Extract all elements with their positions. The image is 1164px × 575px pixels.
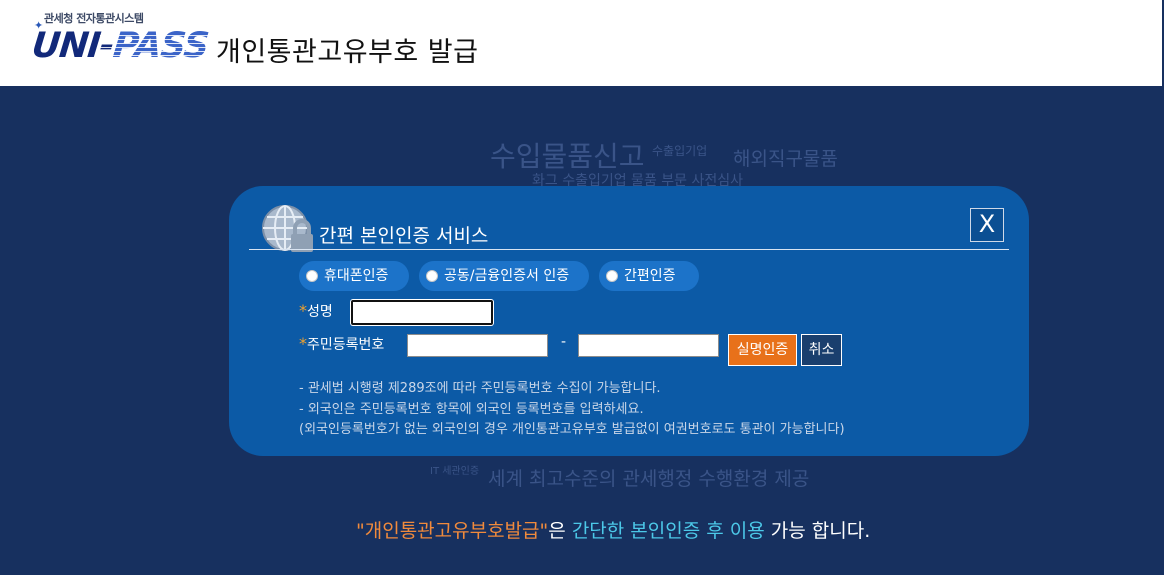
auth-modal: 간편 본인인증 서비스 X 휴대폰인증 공동/금융인증서 인증 간편인증 *성명… [229,186,1029,456]
page-title: 개인통관고유부호 발급 [216,37,479,68]
logo-subtitle: 관세청 전자통관시스템 [44,12,144,25]
verify-button[interactable]: 실명인증 [728,334,797,366]
rrn-separator: - [561,334,567,350]
bg-text-1: 수입물품신고 [490,140,645,173]
radio-mobile-auth[interactable]: 휴대폰인증 [299,261,409,291]
radio-circle-icon[interactable] [606,270,618,282]
note-line-2: - 외국인은 주민등록번호 항목에 외국인 등록번호를 입력하세요. [299,402,644,417]
name-label: *성명 [299,301,333,320]
globe-lock-icon [259,204,319,254]
radio-certificate-auth[interactable]: 공동/금융인증서 인증 [419,261,589,291]
bg-text-1-small: 수출입기업 [652,144,708,158]
rrn-label: *주민등록번호 [299,334,385,353]
logo-wordmark: UNI-PASS [29,26,211,66]
note-line-3: (외국인등록번호가 없는 외국인의 경우 개인통관고유부호 발급없이 여권번호로… [299,422,845,437]
radio-circle-icon[interactable] [426,270,438,282]
bottom-highlight: 간단한 본인인증 후 이용 [571,520,765,542]
bg-text-4-small: IT 세관인증 [430,466,480,477]
required-mark: * [299,334,307,353]
radio-simple-auth[interactable]: 간편인증 [599,261,699,291]
radio-circle-icon[interactable] [306,270,318,282]
bg-text-5: 세계 최고수준의 관세행정 수행환경 제공 [488,468,810,490]
header: 관세청 전자통관시스템 ✦ UNI-PASS 개인통관고유부호 발급 [0,0,1164,86]
bg-text-2: 해외직구물품 [733,148,838,170]
cancel-button[interactable]: 취소 [801,334,842,366]
name-input[interactable] [351,300,493,325]
title-divider [249,249,1009,250]
radio-label: 휴대폰인증 [324,268,389,284]
unipass-logo[interactable]: 관세청 전자통관시스템 ✦ UNI-PASS [30,10,212,72]
bottom-quoted: "개인통관고유부호발급" [356,520,549,542]
radio-label: 공동/금융인증서 인증 [444,268,570,284]
modal-title: 간편 본인인증 서비스 [319,225,489,247]
rrn-front-input[interactable] [407,334,548,357]
required-mark: * [299,301,307,320]
note-line-1: - 관세법 시행령 제289조에 따라 주민등록번호 수집이 가능합니다. [299,381,661,396]
bottom-message: "개인통관고유부호발급"은 간단한 본인인증 후 이용 가능 합니다. [356,520,871,542]
close-button[interactable]: X [970,208,1004,242]
radio-label: 간편인증 [624,268,676,284]
rrn-back-input[interactable] [578,334,719,357]
